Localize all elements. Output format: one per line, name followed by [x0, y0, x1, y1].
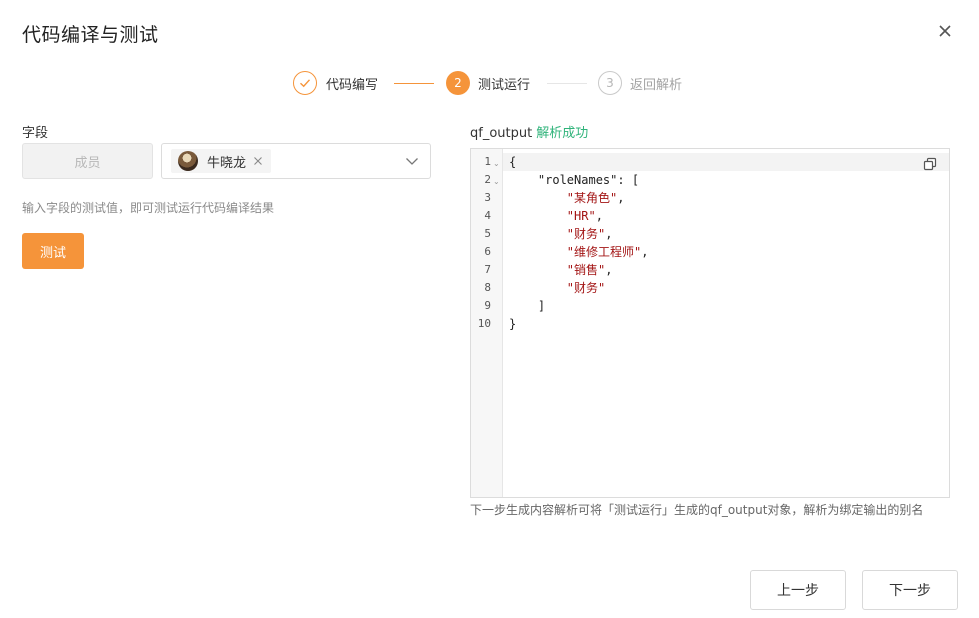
- line-number: 4: [484, 209, 491, 222]
- line-number: 8: [484, 281, 491, 294]
- member-tag-label: 牛晓龙: [207, 155, 247, 171]
- check-icon: [300, 79, 311, 88]
- json-punct: : [: [617, 173, 640, 187]
- step-1-circle: [293, 71, 317, 95]
- code-line: "财务": [509, 279, 605, 297]
- json-string: "维修工程师": [566, 245, 642, 259]
- chevron-down-icon[interactable]: [405, 156, 419, 166]
- line-number: 3: [484, 191, 491, 204]
- step-connector-2: [547, 83, 587, 84]
- json-string: "HR": [566, 209, 596, 223]
- line-number: 7: [484, 263, 491, 276]
- code-line: }: [509, 317, 517, 331]
- step-3-label: 返回解析: [630, 78, 683, 93]
- code-line: ]: [509, 297, 545, 315]
- json-string: "财务": [566, 227, 606, 241]
- fold-icon[interactable]: ⌄: [493, 153, 500, 171]
- json-punct: ]: [537, 299, 546, 313]
- output-header: qf_output 解析成功: [470, 122, 588, 141]
- code-line: {: [509, 155, 517, 169]
- member-tag: 牛晓龙: [171, 149, 272, 173]
- active-line-highlight: [503, 153, 949, 171]
- code-line: "HR",: [566, 209, 603, 223]
- code-editor[interactable]: 1 ⌄ 2 ⌄ 3 4 5 6 7 8 9 10 { "roleNames": …: [470, 148, 950, 498]
- step-2-circle: 2: [446, 71, 470, 95]
- fold-icon[interactable]: ⌄: [493, 171, 500, 189]
- line-number: 2: [484, 173, 491, 186]
- json-string: "某角色": [566, 191, 618, 205]
- step-1-label: 代码编写: [326, 78, 379, 93]
- next-step-button[interactable]: 下一步: [862, 570, 958, 610]
- close-icon[interactable]: [936, 22, 954, 40]
- field-hint: 输入字段的测试值，即可测试运行代码编译结果: [22, 201, 275, 215]
- line-number: 10: [477, 317, 491, 330]
- step-progress: 代码编写 2 测试运行 3 返回解析: [293, 71, 693, 97]
- tag-remove-icon[interactable]: [253, 156, 263, 166]
- json-key: "roleNames": [537, 173, 618, 187]
- step-3-circle: 3: [598, 71, 622, 95]
- line-number: 5: [484, 227, 491, 240]
- dialog-title: 代码编译与测试: [22, 24, 159, 46]
- line-number: 9: [484, 299, 491, 312]
- json-string: "销售": [566, 263, 606, 277]
- code-line: "维修工程师",: [566, 245, 649, 259]
- code-line: "销售",: [566, 263, 613, 277]
- output-status: 解析成功: [536, 126, 589, 141]
- code-line: "某角色",: [566, 191, 625, 205]
- step-connector-1: [394, 83, 434, 84]
- line-number: 1: [484, 155, 491, 168]
- code-line: "roleNames": [: [509, 171, 639, 189]
- copy-icon[interactable]: [923, 157, 937, 171]
- field-label: 字段: [22, 126, 49, 141]
- prev-step-button[interactable]: 上一步: [750, 570, 846, 610]
- code-line: "财务",: [566, 227, 613, 241]
- json-string: "财务": [566, 281, 606, 295]
- line-gutter: 1 ⌄ 2 ⌄ 3 4 5 6 7 8 9 10: [471, 149, 503, 497]
- output-note: 下一步生成内容解析可将「测试运行」生成的qf_output对象，解析为绑定输出的…: [470, 503, 924, 517]
- line-number: 6: [484, 245, 491, 258]
- output-name: qf_output: [470, 126, 533, 141]
- field-type-box: 成员: [22, 143, 153, 179]
- test-button[interactable]: 测试: [22, 233, 84, 269]
- avatar: [178, 151, 198, 171]
- member-select[interactable]: 牛晓龙: [161, 143, 431, 179]
- step-2-label: 测试运行: [478, 78, 531, 93]
